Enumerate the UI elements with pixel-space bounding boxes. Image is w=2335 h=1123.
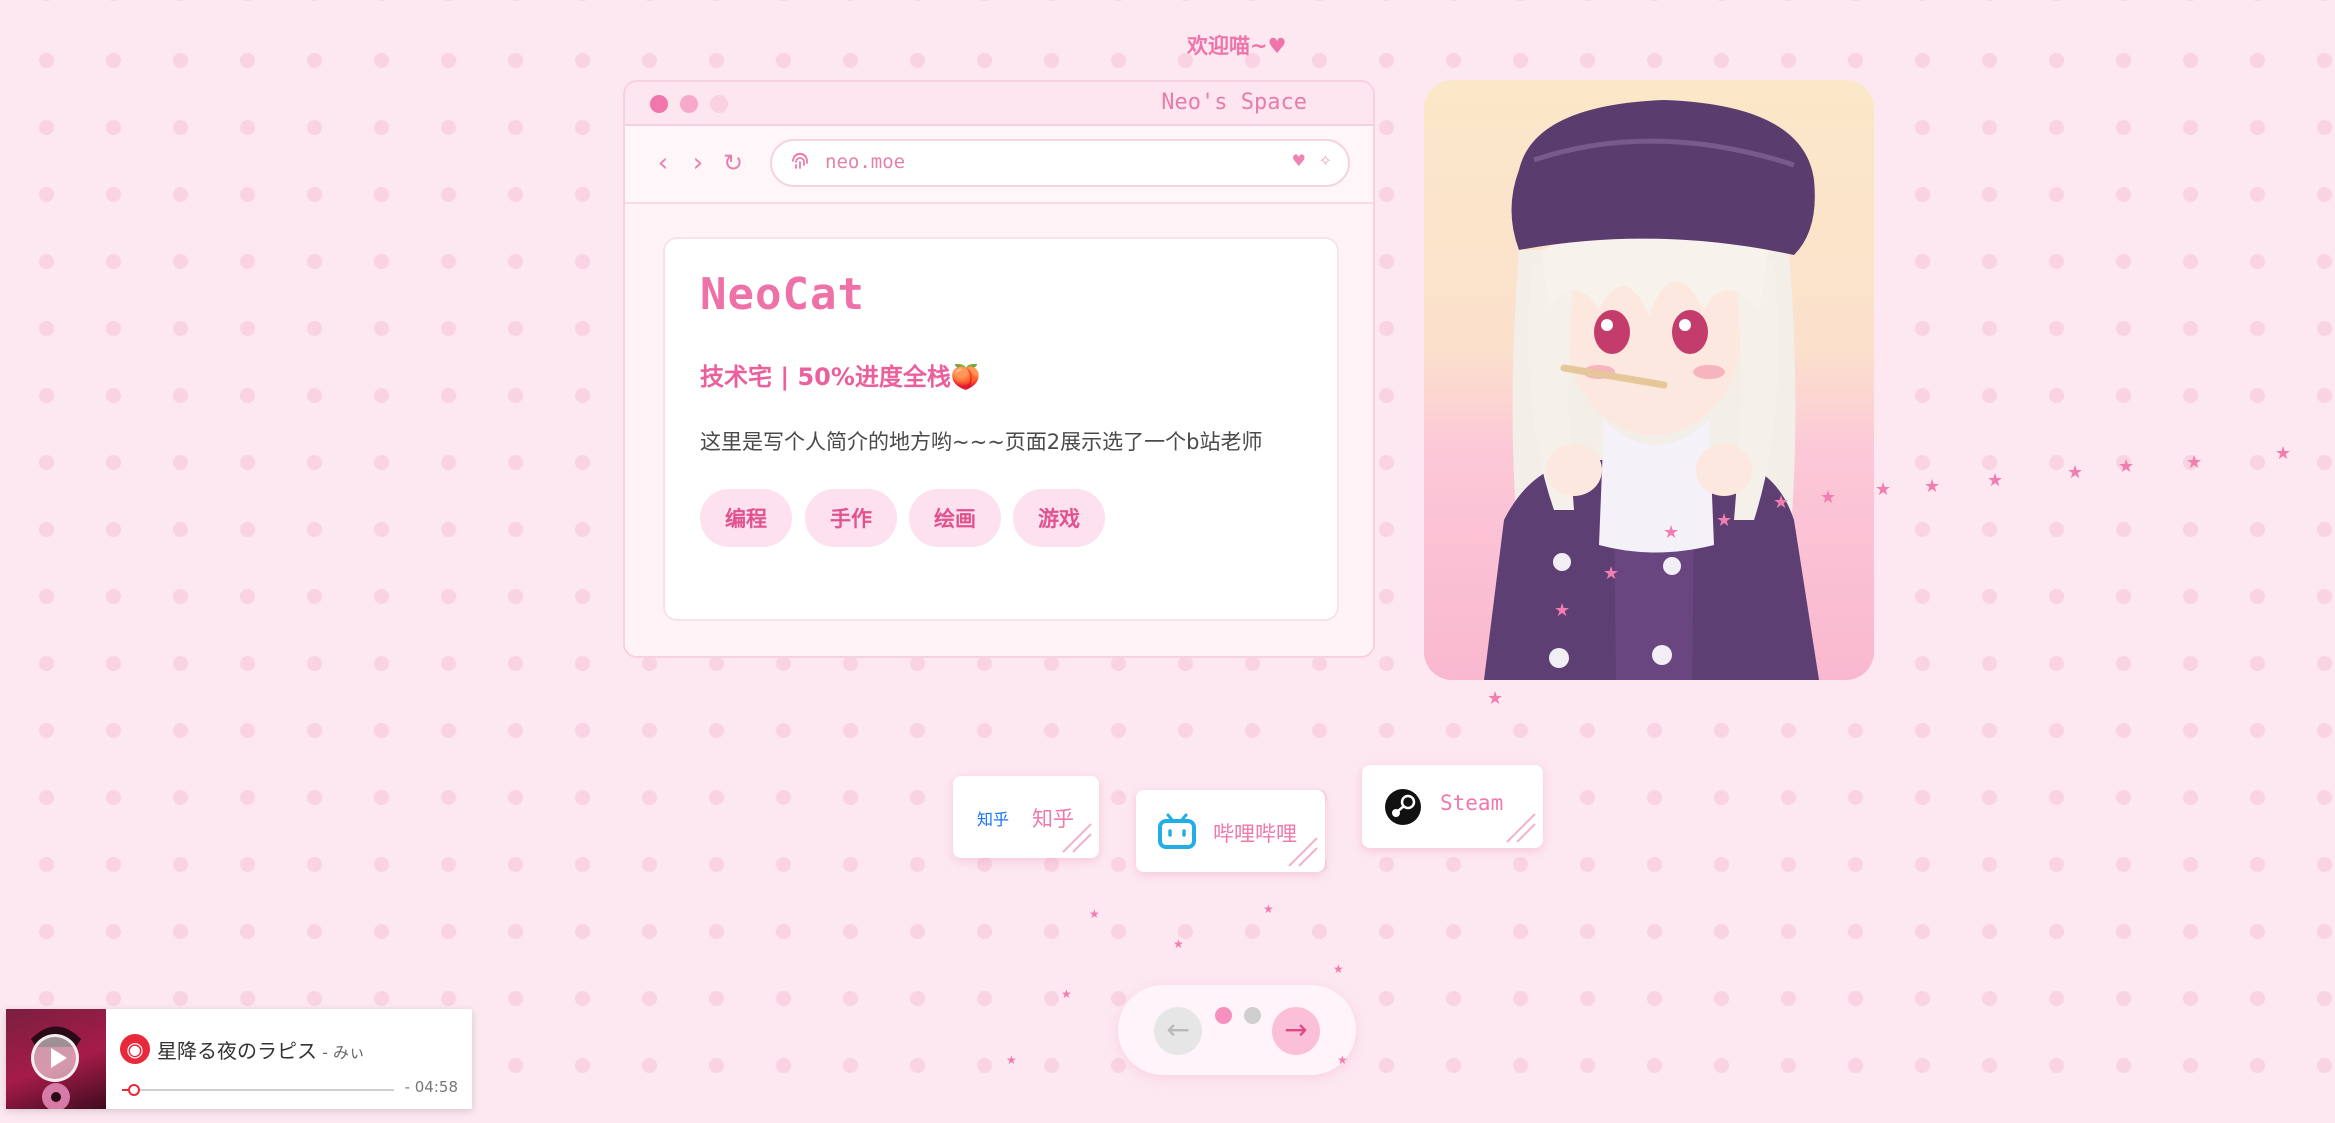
corner-decoration-icon [1506,813,1536,843]
tag-games[interactable]: 游戏 [1013,489,1105,547]
window-close-dot[interactable] [650,95,668,113]
star-icon: ★ [1487,688,1503,709]
star-icon: ★ [2067,462,2083,483]
anime-girl-portrait [1424,80,1874,680]
progress-track[interactable] [122,1084,394,1096]
corner-decoration-icon [1062,823,1092,853]
star-icon: ★ [1061,987,1072,1001]
url-text[interactable]: neo.moe [825,151,905,173]
profile-name: NeoCat [700,269,865,320]
url-bar[interactable]: neo.moe ♥ ✧ [770,139,1350,187]
window-minimize-dot[interactable] [680,95,698,113]
album-cover [6,1009,106,1109]
song-artist: - みぃ [317,1043,365,1062]
page-pager: ← → [1118,985,1356,1075]
time-remaining: - 04:58 [404,1078,458,1096]
star-icon: ★ [1333,962,1344,976]
tag-drawing[interactable]: 绘画 [909,489,1001,547]
netease-music-icon: ◉ [120,1034,150,1064]
corner-decoration-icon [1288,837,1318,867]
song-name: 星降る夜のラピス [157,1039,317,1063]
next-page-button[interactable]: → [1272,1007,1320,1055]
fingerprint-icon [790,150,810,177]
profile-bio: 这里是写个人简介的地方哟~~~页面2展示选了一个b站老师 [700,430,1263,454]
zhihu-logo-icon: 知乎 [977,810,1010,829]
prev-page-button[interactable]: ← [1154,1007,1202,1055]
star-icon: ★ [1987,470,2003,491]
tag-programming[interactable]: 编程 [700,489,792,547]
welcome-text: 欢迎喵~♥ [1187,34,1287,58]
browser-window: Neo's Space ‹ › ↻ neo.moe ♥ ✧ NeoCat 技术宅… [623,80,1375,658]
star-icon: ★ [1924,476,1940,497]
forward-icon[interactable]: › [683,148,713,178]
profile-subtitle: 技术宅 | 50%进度全栈🍑 [700,363,981,391]
star-icon: ★ [1006,1053,1017,1067]
star-icon: ★ [1173,937,1184,951]
song-title: 星降る夜のラピス - みぃ [157,1035,365,1064]
window-maximize-dot[interactable] [710,95,728,113]
reload-icon[interactable]: ↻ [718,148,748,178]
back-icon[interactable]: ‹ [648,148,678,178]
steam-label: Steam [1440,791,1504,815]
window-titlebar: Neo's Space [625,82,1373,126]
bilibili-logo-icon [1158,813,1196,849]
progress-handle[interactable] [128,1084,141,1096]
window-title: Neo's Space [1161,90,1307,115]
browser-navbar: ‹ › ↻ neo.moe ♥ ✧ [625,126,1373,204]
heart-icon[interactable]: ♥ [1292,151,1306,170]
star-icon: ★ [1089,907,1100,921]
steam-logo-icon [1385,789,1421,825]
star-icon: ★ [2186,452,2202,473]
tag-handcraft[interactable]: 手作 [805,489,897,547]
star-icon: ★ [2118,456,2134,477]
steam-link-button[interactable]: Steam [1362,765,1543,848]
sparkle-icon[interactable]: ✧ [1319,151,1332,170]
star-icon: ★ [2275,443,2291,464]
bilibili-link-button[interactable]: 哔哩哔哩 [1136,790,1325,872]
play-button[interactable] [31,1034,79,1082]
star-icon: ★ [1875,479,1891,500]
page-dot-1[interactable] [1215,1007,1232,1024]
zhihu-link-button[interactable]: 知乎 知乎 [953,776,1099,858]
music-player: ◉ 星降る夜のラピス - みぃ - 04:58 [6,1009,472,1109]
page-dot-2[interactable] [1244,1007,1261,1024]
star-icon: ★ [1263,902,1274,916]
profile-card: NeoCat 技术宅 | 50%进度全栈🍑 这里是写个人简介的地方哟~~~页面2… [663,237,1339,621]
